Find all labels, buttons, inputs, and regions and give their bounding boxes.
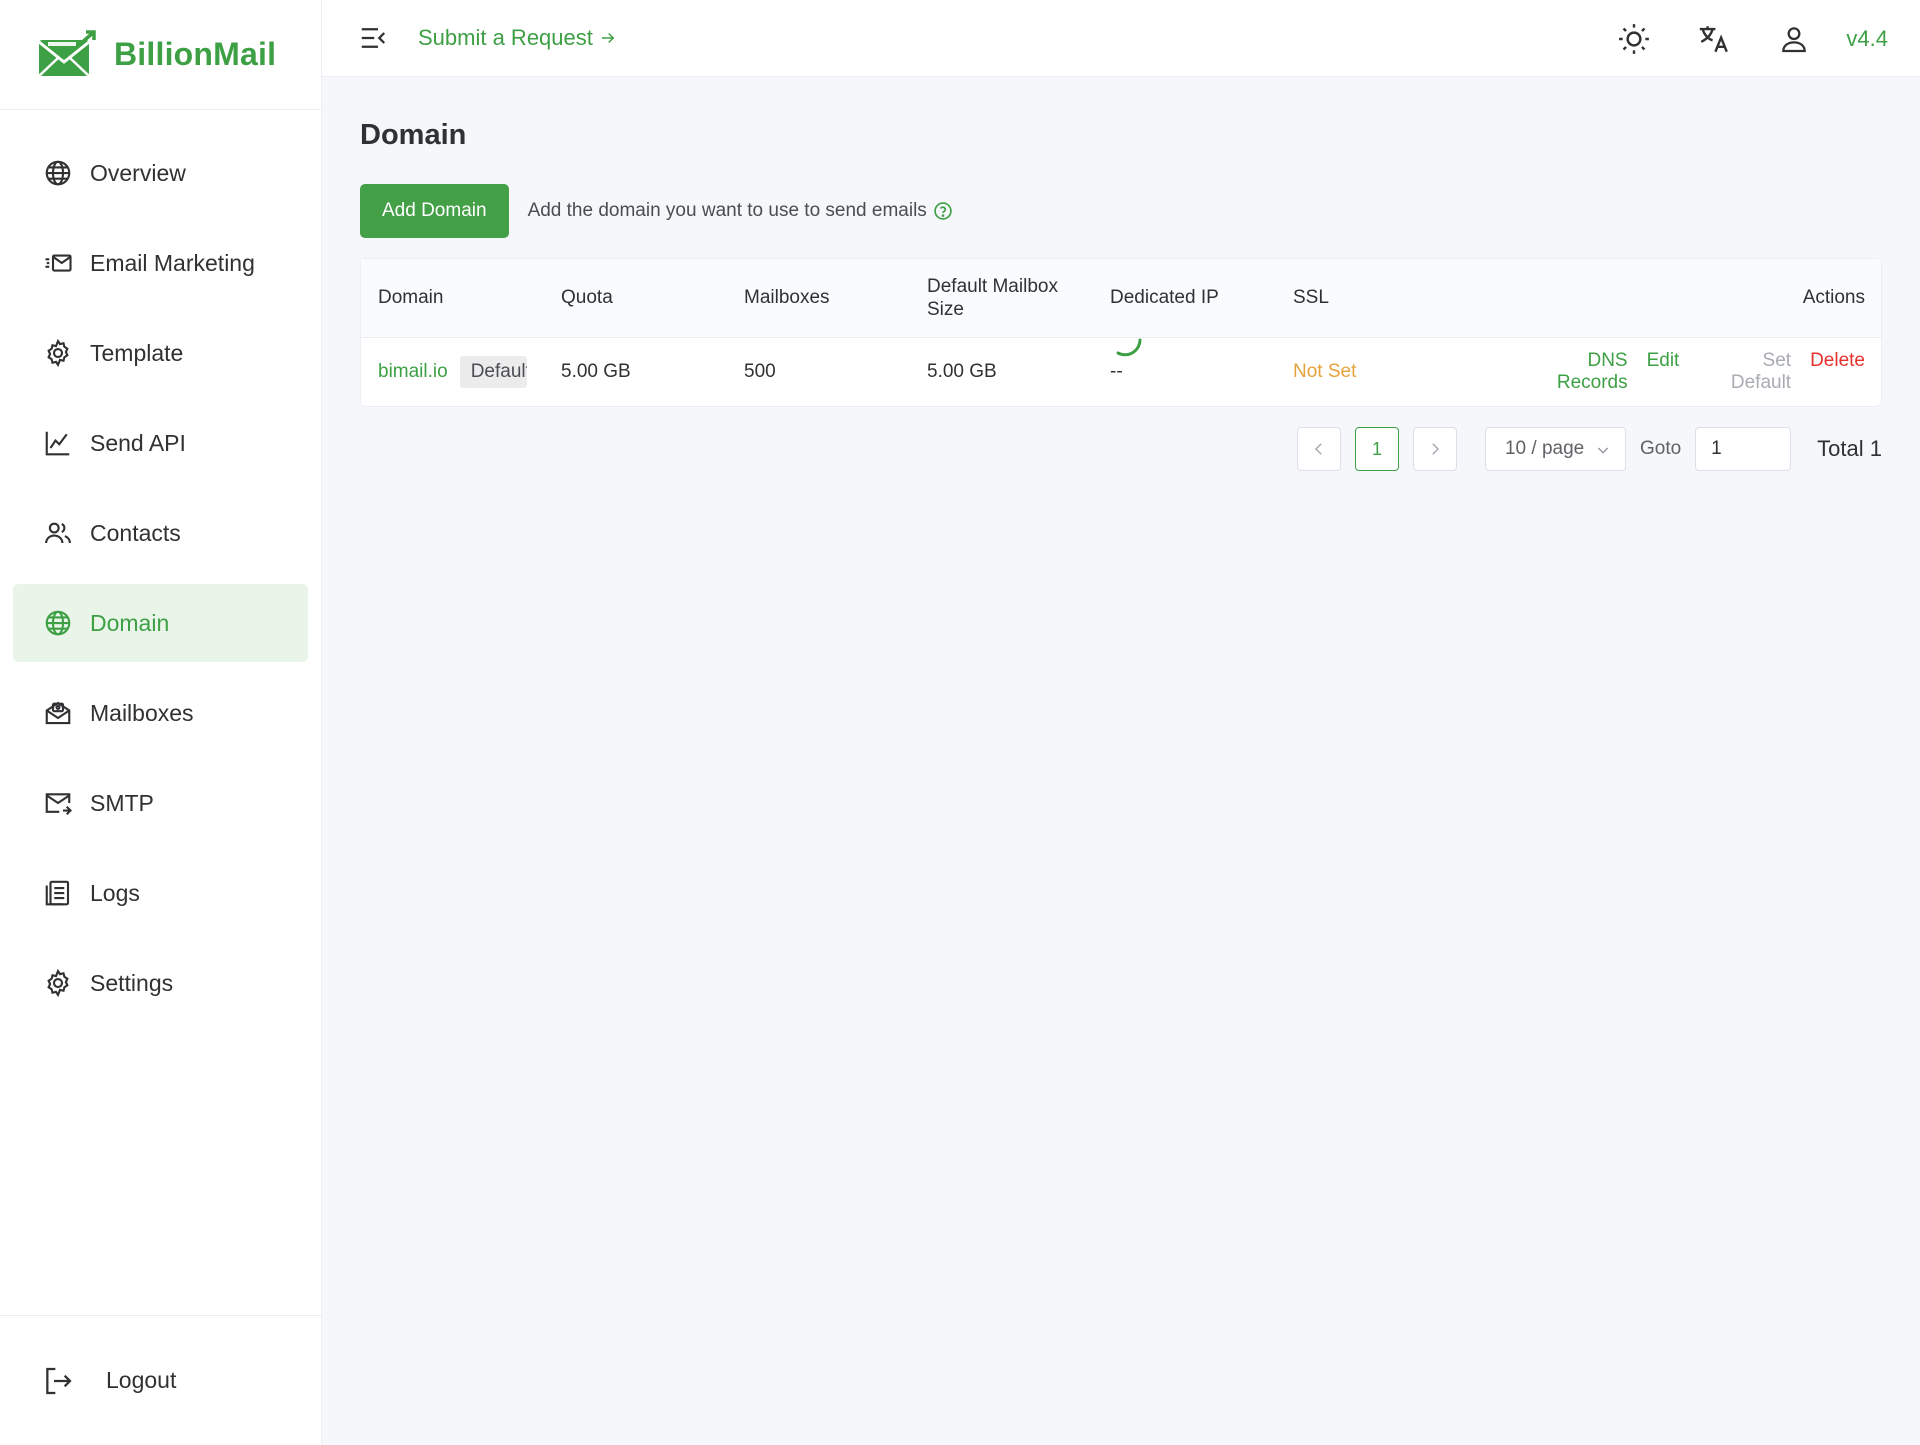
domain-cell: bimail.io Default xyxy=(361,356,544,388)
sidebar-item-overview[interactable]: Overview xyxy=(13,134,308,212)
domain-link[interactable]: bimail.io xyxy=(378,361,448,382)
sidebar-item-email-marketing[interactable]: Email Marketing xyxy=(13,224,308,302)
page-tip: Add the domain you want to use to send e… xyxy=(528,200,953,222)
globe-icon xyxy=(42,607,74,639)
sidebar-item-label: Domain xyxy=(90,609,170,636)
sidebar-item-label: Email Marketing xyxy=(90,249,255,276)
chevron-right-icon xyxy=(1432,443,1440,455)
ssl-cell: Not Set xyxy=(1276,361,1496,383)
gear-icon xyxy=(42,967,74,999)
loading-spinner-icon xyxy=(1116,338,1142,357)
sidebar-item-domain[interactable]: Domain xyxy=(13,584,308,662)
mail-send-icon xyxy=(42,787,74,819)
document-icon xyxy=(42,877,74,909)
sidebar-item-settings[interactable]: Settings xyxy=(13,944,308,1022)
set-default-button[interactable]: Set Default xyxy=(1698,350,1791,394)
line-chart-icon xyxy=(42,427,74,459)
globe-icon xyxy=(42,157,74,189)
sidebar-item-label: Overview xyxy=(90,159,186,186)
sidebar-item-template[interactable]: Template xyxy=(13,314,308,392)
submit-request-label: Submit a Request xyxy=(418,25,593,50)
main-content: Domain Add Domain Add the domain you wan… xyxy=(360,77,1882,471)
next-page-button[interactable] xyxy=(1412,427,1457,471)
delete-button[interactable]: Delete xyxy=(1810,350,1865,394)
sidebar-item-smtp[interactable]: SMTP xyxy=(13,764,308,842)
header-actions: v4.4 xyxy=(1572,0,1888,77)
sidebar-item-label: Template xyxy=(90,339,184,366)
default-tag: Default xyxy=(459,356,527,388)
actions-cell: DNS Records Edit Set Default Delete xyxy=(1496,350,1881,394)
logout-label: Logout xyxy=(106,1367,177,1393)
add-domain-button[interactable]: Add Domain xyxy=(360,184,509,238)
sidebar-item-send-api[interactable]: Send API xyxy=(13,404,308,482)
version-label: v4.4 xyxy=(1846,25,1888,51)
column-header-quota: Quota xyxy=(561,287,613,308)
sidebar-item-label: Logs xyxy=(90,879,140,906)
sidebar-item-label: SMTP xyxy=(90,789,154,816)
gear-icon xyxy=(42,337,74,369)
mailbox-size-cell: 5.00 GB xyxy=(927,361,997,382)
sidebar-item-label: Mailboxes xyxy=(90,699,194,726)
edit-button[interactable]: Edit xyxy=(1647,350,1680,394)
column-header-ssl: SSL xyxy=(1293,287,1329,308)
logout-button[interactable]: Logout xyxy=(0,1315,322,1445)
top-header: Submit a Request v4.4 xyxy=(322,0,1920,77)
goto-input[interactable] xyxy=(1695,427,1792,471)
chevron-down-icon xyxy=(1597,447,1609,454)
sun-icon[interactable] xyxy=(1616,21,1652,57)
page-size-select[interactable]: 10 / page xyxy=(1484,427,1626,471)
dedicated-ip-cell: -- xyxy=(1110,361,1123,382)
arrow-right-icon xyxy=(601,32,615,44)
sidebar: BillionMail Overview Email Marketing Tem… xyxy=(0,0,322,1445)
help-circle-icon[interactable] xyxy=(933,201,953,221)
total-count: Total 1 xyxy=(1817,436,1882,461)
pagination: 1 10 / page Goto Total 1 xyxy=(360,427,1882,471)
mailboxes-cell: 500 xyxy=(744,361,776,382)
column-header-actions: Actions xyxy=(1802,287,1865,308)
column-header-default-mailbox-size: Default Mailbox Size xyxy=(927,276,1058,320)
billionmail-logo-icon xyxy=(38,29,96,77)
sidebar-item-label: Send API xyxy=(90,429,186,456)
users-icon xyxy=(42,517,74,549)
brand-name: BillionMail xyxy=(114,36,277,72)
page-size-value: 10 / page xyxy=(1504,438,1585,459)
page-number-button[interactable]: 1 xyxy=(1354,427,1399,471)
goto-label: Goto xyxy=(1639,438,1682,459)
quota-cell: 5.00 GB xyxy=(561,361,631,382)
domain-table: Domain Quota Mailboxes Default Mailbox S… xyxy=(360,258,1882,407)
translate-icon[interactable] xyxy=(1696,21,1732,57)
menu-collapse-icon[interactable] xyxy=(358,23,388,53)
submit-request-link[interactable]: Submit a Request xyxy=(418,25,617,51)
sidebar-item-logs[interactable]: Logs xyxy=(13,854,308,932)
column-header-dedicated-ip: Dedicated IP xyxy=(1110,287,1219,308)
mailbox-icon xyxy=(42,697,74,729)
sidebar-nav: Overview Email Marketing Template Send A… xyxy=(0,110,321,1022)
toolbar: Add Domain Add the domain you want to us… xyxy=(360,184,1882,238)
logout-icon xyxy=(46,1367,72,1394)
user-icon[interactable] xyxy=(1776,21,1812,57)
tip-text: Add the domain you want to use to send e… xyxy=(527,200,927,221)
sidebar-item-label: Contacts xyxy=(90,519,181,546)
email-marketing-icon xyxy=(42,247,74,279)
sidebar-item-contacts[interactable]: Contacts xyxy=(13,494,308,572)
column-header-domain: Domain xyxy=(378,287,444,308)
ssl-status[interactable]: Not Set xyxy=(1293,361,1356,382)
sidebar-item-label: Settings xyxy=(90,969,174,996)
prev-page-button[interactable] xyxy=(1296,427,1341,471)
page-title: Domain xyxy=(360,119,467,151)
brand[interactable]: BillionMail xyxy=(0,0,321,110)
chevron-left-icon xyxy=(1314,443,1322,455)
sidebar-item-mailboxes[interactable]: Mailboxes xyxy=(13,674,308,752)
dns-records-button[interactable]: DNS Records xyxy=(1513,350,1628,394)
column-header-mailboxes: Mailboxes xyxy=(744,287,830,308)
